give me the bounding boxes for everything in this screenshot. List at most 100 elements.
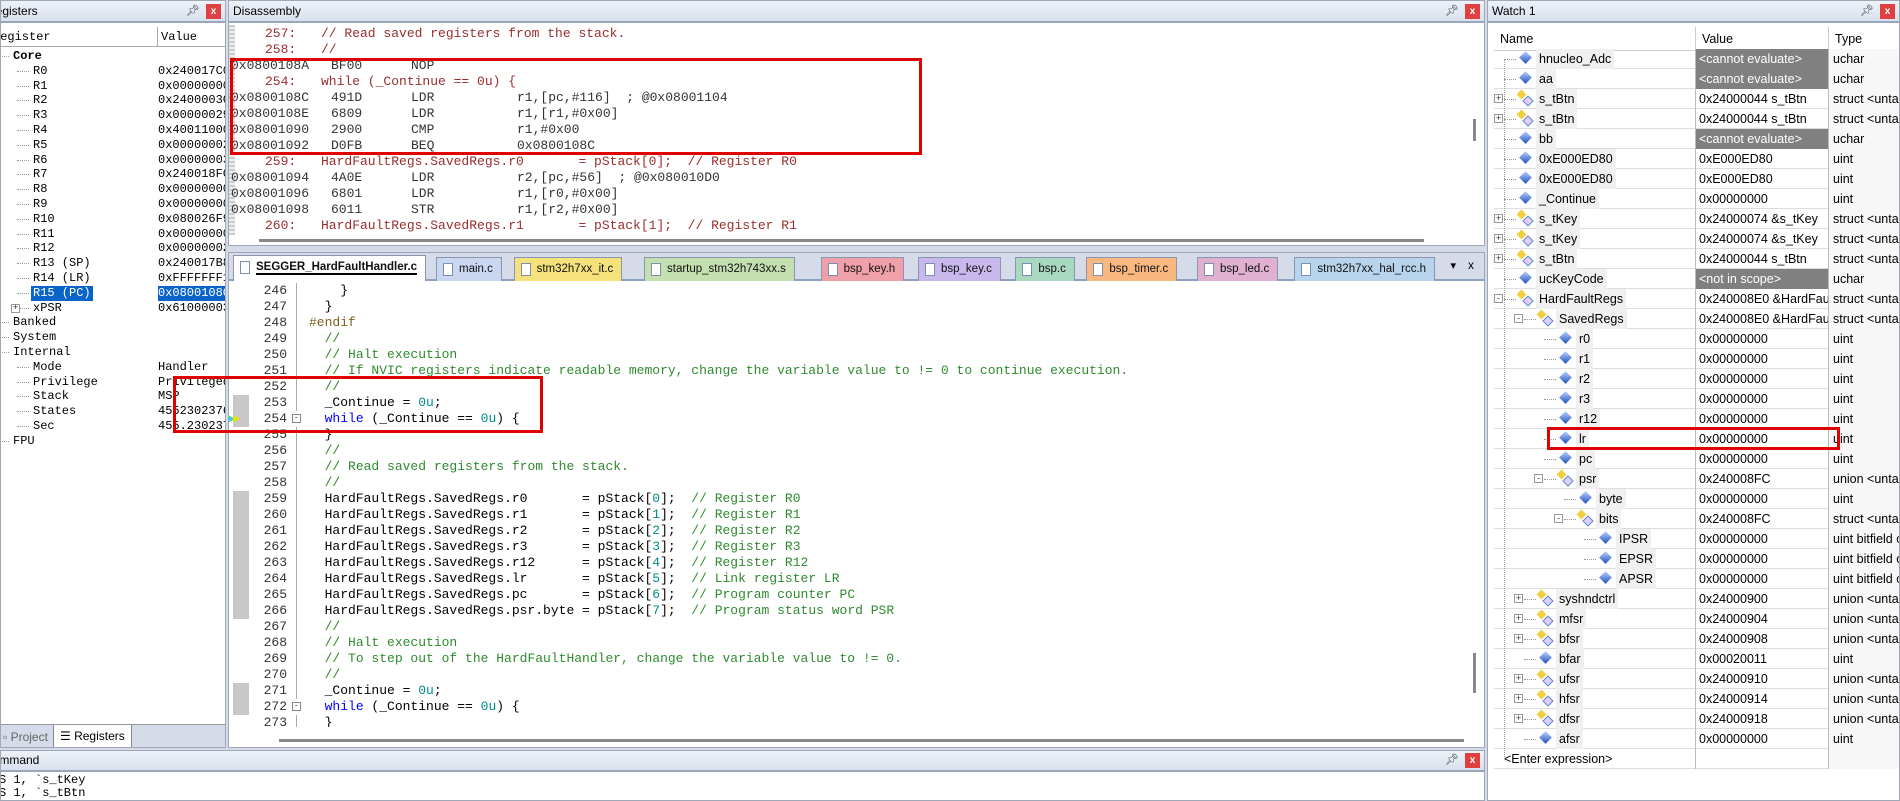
watch-row[interactable]: 0xE000ED80 0xE000ED80 uint xyxy=(1494,169,1899,189)
code-line[interactable]: 253 _Continue = 0u; xyxy=(229,395,1484,411)
register-row[interactable]: R2 0x2400003C xyxy=(1,93,225,108)
code-line[interactable]: 247 } xyxy=(229,299,1484,315)
code-line[interactable]: 260 HardFaultRegs.SavedRegs.r1 = pStack[… xyxy=(229,507,1484,523)
tab-file[interactable]: main.c xyxy=(436,257,502,281)
register-row[interactable]: R6 0x00000003 xyxy=(1,153,225,168)
code-line[interactable]: 259 HardFaultRegs.SavedRegs.r0 = pStack[… xyxy=(229,491,1484,507)
pin-icon[interactable]: 📌︎ xyxy=(1860,4,1874,19)
watch-row[interactable]: EPSR 0x00000000 uint bitfield o xyxy=(1494,549,1899,569)
watch-enter-expression-row[interactable]: <Enter expression> xyxy=(1494,749,1899,769)
close-icon[interactable]: x xyxy=(1880,4,1895,19)
register-row[interactable]: R3 0x00000029 xyxy=(1,108,225,123)
close-icon[interactable]: x xyxy=(1465,4,1480,19)
code-line[interactable]: 258 // xyxy=(229,475,1484,491)
watch-value[interactable]: <cannot evaluate> xyxy=(1695,129,1828,149)
watch-value[interactable]: 0x00000000 xyxy=(1695,429,1828,449)
register-row[interactable]: R8 0x00000000 xyxy=(1,182,225,197)
expand-icon[interactable]: + xyxy=(1514,714,1523,723)
code-line[interactable]: 251 // If NVIC registers indicate readab… xyxy=(229,363,1484,379)
register-row[interactable]: R9 0x00000000 xyxy=(1,197,225,212)
asm-line[interactable]: 0x08001098 6011 STR r1,[r2,#0x00] xyxy=(229,202,1484,218)
register-row[interactable]: Core xyxy=(1,49,225,64)
watch-value[interactable]: 0x00020011 xyxy=(1695,649,1828,669)
watch-row[interactable]: pc 0x00000000 uint xyxy=(1494,449,1899,469)
col-name[interactable]: Name xyxy=(1500,27,1533,51)
watch-value[interactable]: 0x24000910 xyxy=(1695,669,1828,689)
tab-list-dropdown-icon[interactable]: ▾ xyxy=(1450,259,1456,272)
command-output[interactable]: S 1, `s_tKey S 1, `s_tBtn xyxy=(1,774,85,800)
tab-file[interactable]: bsp_timer.c xyxy=(1086,257,1178,281)
watch-value[interactable]: <cannot evaluate> xyxy=(1695,49,1828,69)
tab-project[interactable]: ▫ Project xyxy=(1,728,52,746)
register-row[interactable]: R10 0x080026F9 xyxy=(1,212,225,227)
watch-row[interactable]: r0 0x00000000 uint xyxy=(1494,329,1899,349)
code-line[interactable]: 248 #endif xyxy=(229,315,1484,331)
watch-row[interactable]: aa <cannot evaluate> uchar xyxy=(1494,69,1899,89)
tab-file[interactable]: bsp_led.c xyxy=(1197,257,1279,281)
register-row[interactable]: R5 0x00000002 xyxy=(1,138,225,153)
watch-row[interactable]: + s_tBtn 0x24000044 s_tBtn struct <untag xyxy=(1494,89,1899,109)
watch-row[interactable]: r12 0x00000000 uint xyxy=(1494,409,1899,429)
watch-value[interactable]: 0x240008FC xyxy=(1695,509,1828,529)
code-editor[interactable]: 246 } 247 } 248 #endif 249 //250 // Halt exe… xyxy=(229,283,1484,727)
expand-icon[interactable]: + xyxy=(1494,94,1503,103)
code-line[interactable]: 250 // Halt execution xyxy=(229,347,1484,363)
asm-line[interactable]: 0x08001094 4A0E LDR r2,[pc,#56] ; @0x080010… xyxy=(229,170,1484,186)
watch-value[interactable]: 0x24000900 xyxy=(1695,589,1828,609)
code-line[interactable]: 272- while (_Continue == 0u) { xyxy=(229,699,1484,715)
disassembly-vertical-scrollbar[interactable] xyxy=(1473,119,1476,141)
watch-row[interactable]: + s_tKey 0x24000074 &s_tKey struct <untag xyxy=(1494,229,1899,249)
watch-row[interactable]: - psr 0x240008FC union <untag xyxy=(1494,469,1899,489)
watch-row[interactable]: + s_tBtn 0x24000044 s_tBtn struct <untag xyxy=(1494,109,1899,129)
watch-row[interactable]: byte 0x00000000 uint xyxy=(1494,489,1899,509)
code-line[interactable]: 264 HardFaultRegs.SavedRegs.lr = pStack[… xyxy=(229,571,1484,587)
code-line[interactable]: 268 // Halt execution xyxy=(229,635,1484,651)
code-line[interactable]: 270 // xyxy=(229,667,1484,683)
watch-value[interactable]: 0x00000000 xyxy=(1695,369,1828,389)
asm-line[interactable]: 0x08001092 D0FB BEQ 0x0800108C xyxy=(229,138,1484,154)
expand-icon[interactable]: + xyxy=(1514,694,1523,703)
watch-value[interactable]: 0x00000000 xyxy=(1695,729,1828,749)
register-row[interactable]: R13 (SP) 0x240017B8 xyxy=(1,256,225,271)
enter-expression-input[interactable]: <Enter expression> xyxy=(1504,749,1612,769)
register-row[interactable]: System xyxy=(1,330,225,345)
register-row[interactable]: Internal xyxy=(1,345,225,360)
watch-row[interactable]: r1 0x00000000 uint xyxy=(1494,349,1899,369)
code-line[interactable]: 246 } xyxy=(229,283,1484,299)
expand-icon[interactable]: + xyxy=(11,303,20,313)
expand-icon[interactable]: - xyxy=(1534,474,1543,483)
code-line[interactable]: 267 // xyxy=(229,619,1484,635)
tab-file[interactable]: stm32h7xx_hal_rcc.h xyxy=(1294,257,1436,281)
watch-row[interactable]: - HardFaultRegs 0x240008E0 &HardFau... stru… xyxy=(1494,289,1899,309)
code-line[interactable]: 255 } xyxy=(229,427,1484,443)
watch-row[interactable]: r2 0x00000000 uint xyxy=(1494,369,1899,389)
watch-value[interactable]: 0x00000000 xyxy=(1695,189,1828,209)
pin-icon[interactable]: 📌︎ xyxy=(1445,753,1459,768)
register-row[interactable]: R4 0x40011000 xyxy=(1,123,225,138)
watch-value[interactable]: 0x24000918 xyxy=(1695,709,1828,729)
col-value[interactable]: Value xyxy=(1695,27,1733,51)
watch-value[interactable]: 0xE000ED80 xyxy=(1695,169,1828,189)
close-icon[interactable]: x xyxy=(206,4,221,19)
expand-icon[interactable]: + xyxy=(1514,634,1523,643)
source-line[interactable]: 258: // xyxy=(229,42,1484,58)
code-line[interactable]: 256 // xyxy=(229,443,1484,459)
col-type[interactable]: Type xyxy=(1828,27,1862,51)
col-register[interactable]: Register xyxy=(1,27,51,47)
fold-icon[interactable]: - xyxy=(292,702,301,711)
watch-value[interactable]: 0x00000000 xyxy=(1695,349,1828,369)
register-row[interactable]: R15 (PC) 0x0800108C xyxy=(1,285,225,301)
close-editor-icon[interactable]: x xyxy=(1468,258,1474,272)
watch-row[interactable]: APSR 0x00000000 uint bitfield o xyxy=(1494,569,1899,589)
watch-row[interactable]: + ufsr 0x24000910 union <untag xyxy=(1494,669,1899,689)
register-row[interactable]: Stack MSP xyxy=(1,389,225,404)
watch-value[interactable]: 0x24000914 xyxy=(1695,689,1828,709)
expand-icon[interactable]: + xyxy=(1514,594,1523,603)
register-row[interactable]: States 4552302376 xyxy=(1,404,225,419)
watch-value[interactable]: 0x00000000 xyxy=(1695,329,1828,349)
register-row[interactable]: Sec 455.230237 xyxy=(1,419,225,434)
watch-value[interactable]: 0x24000904 xyxy=(1695,609,1828,629)
fold-icon[interactable]: - xyxy=(292,414,301,423)
watch-value[interactable]: 0x24000044 s_tBtn xyxy=(1695,89,1828,109)
code-line[interactable]: 271 _Continue = 0u; xyxy=(229,683,1484,699)
